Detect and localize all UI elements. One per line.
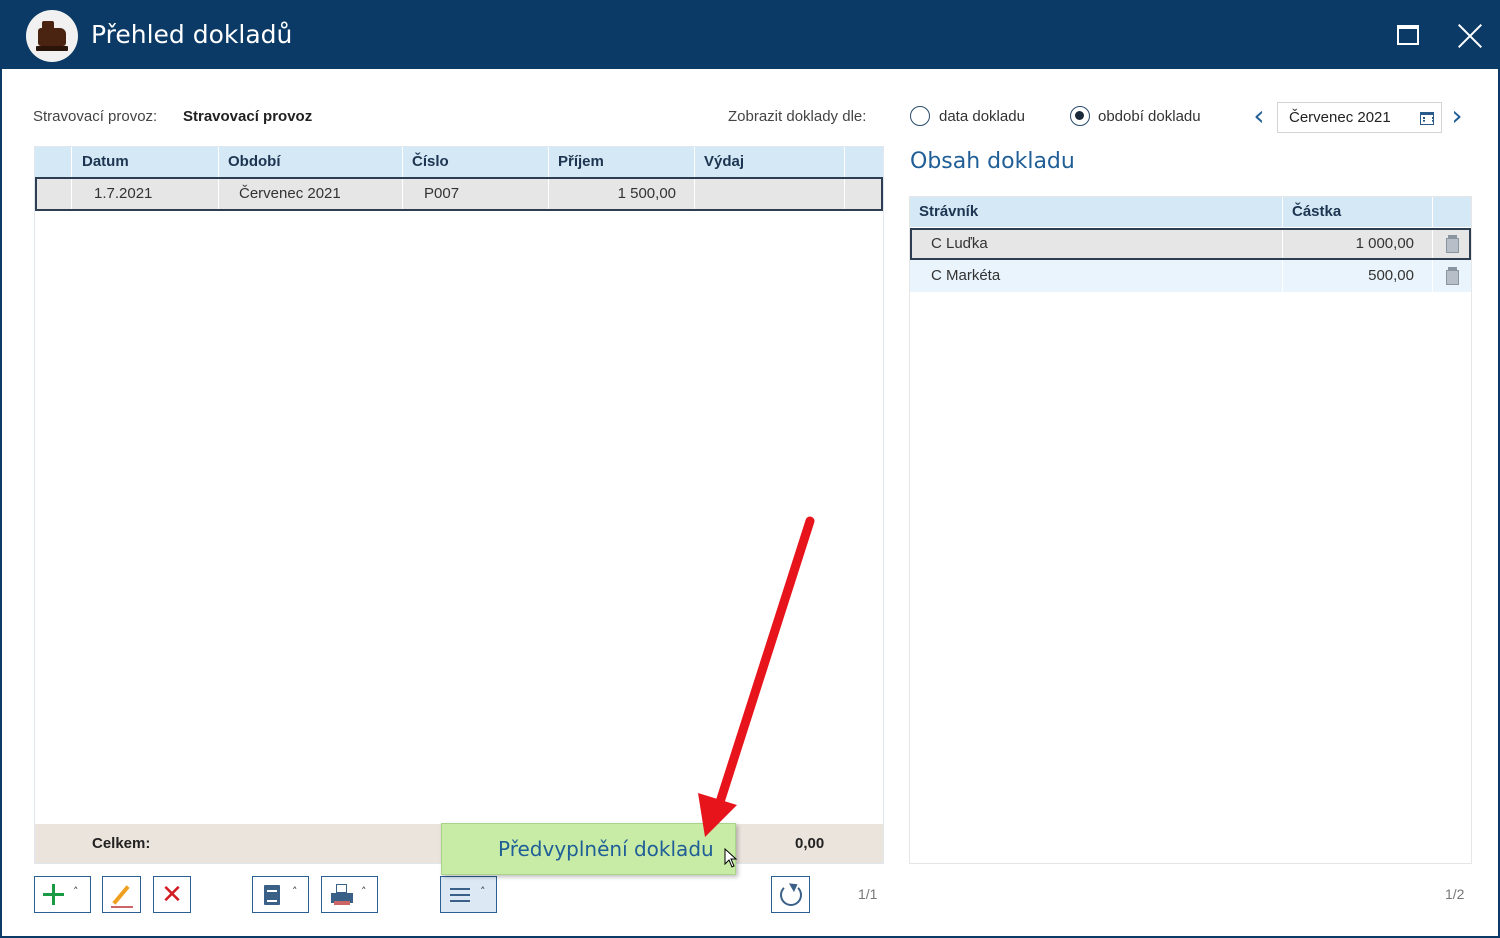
provoz-label: Stravovací provoz: [33,108,158,125]
cell-stravnik: C Markéta [931,267,1001,284]
table-row[interactable]: 1.7.2021 Červenec 2021 P007 1 500,00 [35,177,883,211]
col-stravnik[interactable]: Strávník [919,203,978,220]
prefill-menu-item[interactable]: Předvyplnění dokladu [441,823,736,875]
next-period-button[interactable]: › [1446,102,1468,132]
content-title: Obsah dokladu [910,149,1075,174]
col-datum[interactable]: Datum [82,153,129,170]
cell-stravnik: C Luďka [931,235,988,252]
trash-icon[interactable] [1446,235,1459,253]
printer-icon [331,884,353,906]
window-title: Přehled dokladů [91,20,293,49]
menu-button[interactable]: ˄ [440,876,497,913]
refresh-button[interactable] [771,876,810,913]
prev-period-button[interactable]: ‹ [1248,102,1270,132]
show-by-label: Zobrazit doklady dle: [728,108,867,125]
cell-cislo: P007 [424,185,460,202]
cell-castka: 1 000,00 [1355,235,1414,252]
period-value: Červenec 2021 [1289,109,1391,126]
x-icon: ✕ [161,880,183,910]
radio-data-dokladu-label[interactable]: data dokladu [939,108,1025,125]
menu-icon [450,888,470,902]
add-button[interactable]: ˄ [34,876,91,913]
cash-register-icon [26,10,78,62]
content-header: Strávník Částka [910,197,1471,227]
provoz-value: Stravovací provoz [183,108,313,125]
documents-grid: Datum Období Číslo Příjem Výdaj 1.7.2021… [34,146,884,864]
prefill-menu-item-label: Předvyplnění dokladu [498,837,714,861]
cell-obdobi: Červenec 2021 [239,185,341,202]
title-bar: Přehled dokladů [2,2,1498,69]
total-label: Celkem: [92,835,151,852]
radio-obdobi-dokladu-label[interactable]: období dokladu [1098,108,1201,125]
total-vydaj: 0,00 [795,835,825,852]
content-grid: Strávník Částka C Luďka 1 000,00 C Marké… [909,196,1472,864]
list-item[interactable]: C Markéta 500,00 [910,260,1471,292]
col-prijem[interactable]: Příjem [558,153,604,170]
edit-button[interactable] [102,876,141,913]
print-button[interactable]: ˄ [321,876,378,913]
pencil-icon [112,885,130,905]
col-vydaj[interactable]: Výdaj [704,153,744,170]
col-cislo[interactable]: Číslo [412,153,449,170]
col-obdobi[interactable]: Období [228,153,281,170]
mouse-cursor-icon [724,848,738,868]
window: Přehled dokladů Stravovací provoz: Strav… [0,0,1500,938]
cell-prijem: 1 500,00 [617,185,676,202]
caret-up-icon: ˄ [292,885,298,898]
maximize-button[interactable] [1388,16,1428,56]
document-icon [264,885,280,905]
trash-icon[interactable] [1446,267,1459,285]
documents-header: Datum Období Číslo Příjem Výdaj [35,147,883,177]
radio-obdobi-dokladu[interactable] [1070,106,1090,126]
calendar-icon[interactable] [1420,112,1434,125]
col-castka[interactable]: Částka [1292,203,1341,220]
radio-data-dokladu[interactable] [910,106,930,126]
content-pager: 1/2 [1445,886,1465,902]
caret-up-icon: ˄ [361,885,367,898]
cell-datum: 1.7.2021 [94,185,153,202]
period-picker[interactable]: Červenec 2021 [1277,102,1442,133]
documents-pager: 1/1 [858,886,878,902]
caret-up-icon: ˄ [480,885,486,898]
list-item[interactable]: C Luďka 1 000,00 [910,228,1471,260]
close-button[interactable] [1450,16,1490,56]
maximize-icon [1397,25,1419,45]
cell-castka: 500,00 [1368,267,1414,284]
delete-button[interactable]: ✕ [153,876,191,913]
caret-up-icon: ˄ [73,885,79,898]
document-button[interactable]: ˄ [252,876,309,913]
